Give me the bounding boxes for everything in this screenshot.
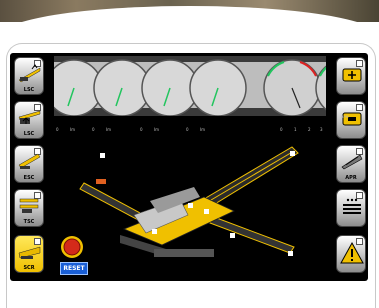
machine-diagram	[79, 146, 299, 257]
conveyor-raise-icon	[18, 153, 41, 169]
tsc-button[interactable]: TSC	[14, 189, 44, 227]
gauge-tick: 2	[308, 127, 311, 132]
status-marker	[188, 203, 193, 208]
screen-box-icon	[18, 246, 41, 259]
stockpile-conveyor-raise-icon	[18, 110, 41, 124]
gauge-tick: 0	[186, 127, 189, 132]
lsc-raise-button[interactable]: LSC	[14, 101, 44, 139]
gauges-svg	[54, 59, 326, 116]
status-marker	[152, 229, 157, 234]
reset-button[interactable]: RESET	[60, 262, 88, 275]
gauge-tick: Im	[154, 127, 160, 132]
gauge-panel	[54, 56, 326, 116]
gauge-tick: Im	[70, 127, 76, 132]
engine-plus-icon	[342, 68, 362, 82]
status-marker	[204, 209, 209, 214]
lsc-raise-button-label: LSC	[23, 131, 35, 137]
esc-button[interactable]: ESC	[14, 145, 44, 183]
gauge-tick: 1	[294, 127, 297, 132]
screen-mesh-icon	[343, 198, 361, 214]
lsc-button-label: LSC	[23, 87, 35, 93]
status-marker	[100, 153, 105, 158]
emergency-stop-icon[interactable]	[60, 235, 84, 259]
tsc-button-label: TSC	[23, 219, 35, 225]
stockpile-conveyor-icon	[18, 64, 41, 83]
gauge-tick: Im	[106, 127, 112, 132]
status-marker-warning	[96, 179, 106, 184]
gauge-tick: 0	[92, 127, 95, 132]
status-marker	[230, 233, 235, 238]
gauge-4	[189, 59, 247, 116]
lsc-button[interactable]: LSC	[14, 57, 44, 95]
display-screen: LSC LSC ESC TSC SCR APR 0 Im 0 Im 0 Im 0…	[10, 53, 368, 281]
screen-mesh-button[interactable]	[336, 189, 366, 227]
esc-button-label: ESC	[23, 175, 35, 181]
status-marker	[288, 251, 293, 256]
units-label: RPM	[341, 115, 349, 119]
status-marker	[290, 151, 295, 156]
apron-icon	[341, 154, 363, 170]
scr-button[interactable]: SCR	[14, 235, 44, 273]
apron-button-label: APR	[345, 175, 357, 181]
apron-button[interactable]: APR	[336, 145, 366, 183]
background-photo	[0, 0, 379, 36]
gauge-tick: 0	[140, 127, 143, 132]
gauge-tick: Im	[200, 127, 206, 132]
gauge-tick: 3	[320, 127, 323, 132]
gauge-engine-temp	[263, 59, 321, 116]
tail-conveyor-icon	[19, 198, 39, 213]
engine-start-button[interactable]	[336, 57, 366, 95]
alarm-button[interactable]	[336, 235, 366, 273]
gauge-tick: 0	[280, 127, 283, 132]
warning-icon	[340, 241, 364, 264]
gauge-engine-rpm	[315, 65, 326, 111]
engine-button[interactable]	[336, 101, 366, 139]
gauge-tick: 0	[56, 127, 59, 132]
scr-button-label: SCR	[23, 265, 35, 271]
